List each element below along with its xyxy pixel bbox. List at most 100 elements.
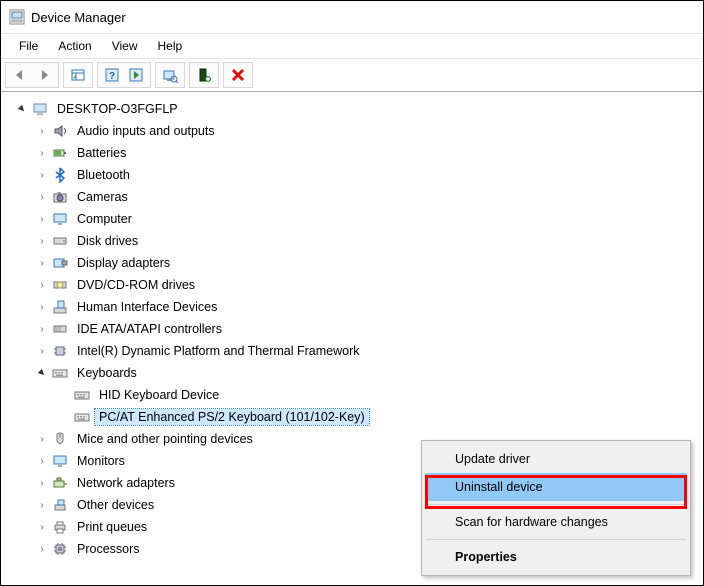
tree-item-label: Network adapters [73,475,179,491]
expander-icon[interactable]: › [35,476,49,490]
tree-item-label: Keyboards [73,365,141,381]
chipset-icon [51,343,69,359]
scan-hardware-button[interactable] [158,64,182,86]
tree-item-batteries[interactable]: › Batteries [7,142,703,164]
keyboard-icon [51,365,69,381]
tree-root[interactable]: DESKTOP-O3FGFLP [7,98,703,120]
help-button[interactable]: ? [100,64,124,86]
tree-item-label: Processors [73,541,144,557]
expander-icon[interactable]: › [35,432,49,446]
separator [426,539,686,540]
keyboard-icon [73,387,91,403]
menu-update-driver[interactable]: Update driver [425,445,687,473]
tree-item-bluetooth[interactable]: › Bluetooth [7,164,703,186]
menu-bar: File Action View Help [1,34,703,59]
menu-file[interactable]: File [9,34,48,58]
cpu-icon [51,541,69,557]
tree-item-ide[interactable]: › IDE ATA/ATAPI controllers [7,318,703,340]
context-menu: Update driver Uninstall device Scan for … [421,440,691,576]
tree-item-label: PC/AT Enhanced PS/2 Keyboard (101/102-Ke… [95,409,369,425]
forward-button[interactable] [32,64,56,86]
expander-icon[interactable]: › [35,212,49,226]
printer-icon [51,519,69,535]
expander-icon[interactable]: › [35,168,49,182]
monitor-icon [51,211,69,227]
app-icon [9,9,25,25]
tree-item-dvd[interactable]: › DVD/CD-ROM drives [7,274,703,296]
expander-icon[interactable]: › [35,498,49,512]
expander-icon[interactable]: › [35,454,49,468]
menu-view[interactable]: View [102,34,148,58]
tree-item-cameras[interactable]: › Cameras [7,186,703,208]
action-button[interactable] [124,64,148,86]
expander-icon[interactable]: › [35,520,49,534]
expander-icon[interactable]: › [35,542,49,556]
back-button[interactable] [8,64,32,86]
expander-spacer [57,388,71,402]
display-adapter-icon [51,255,69,271]
speaker-icon [51,123,69,139]
menu-properties[interactable]: Properties [425,543,687,571]
hid-icon [51,299,69,315]
tree-item-label: HID Keyboard Device [95,387,223,403]
expander-icon[interactable]: › [35,190,49,204]
tree-item-disk[interactable]: › Disk drives [7,230,703,252]
tree-item-label: Display adapters [73,255,174,271]
tree-item-label: DVD/CD-ROM drives [73,277,199,293]
ide-icon [51,321,69,337]
tree-item-label: Other devices [73,497,158,513]
computer-icon [31,101,49,117]
tree-item-keyboards[interactable]: Keyboards [7,362,703,384]
tree-item-ps2-keyboard[interactable]: PC/AT Enhanced PS/2 Keyboard (101/102-Ke… [7,406,703,428]
tree-item-computer[interactable]: › Computer [7,208,703,230]
tree-item-hid-keyboard[interactable]: HID Keyboard Device [7,384,703,406]
toolbar: ? [1,59,703,92]
camera-icon [51,189,69,205]
tree-pane: DESKTOP-O3FGFLP › Audio inputs and outpu… [1,91,703,585]
expander-icon[interactable]: › [35,322,49,336]
tree-item-label: Audio inputs and outputs [73,123,219,139]
expander-icon[interactable] [35,366,49,380]
tree-item-intel-dptf[interactable]: › Intel(R) Dynamic Platform and Thermal … [7,340,703,362]
optical-drive-icon [51,277,69,293]
show-hide-tree-button[interactable] [66,64,90,86]
tree-item-label: Intel(R) Dynamic Platform and Thermal Fr… [73,343,363,359]
battery-icon [51,145,69,161]
tree-item-label: Computer [73,211,136,227]
network-icon [51,475,69,491]
add-legacy-button[interactable] [192,64,216,86]
other-devices-icon [51,497,69,513]
expander-spacer [57,410,71,424]
expander-icon[interactable]: › [35,146,49,160]
svg-text:?: ? [109,71,115,82]
expander-icon[interactable]: › [35,124,49,138]
tree-root-label: DESKTOP-O3FGFLP [53,101,182,117]
disk-icon [51,233,69,249]
tree-item-label: Human Interface Devices [73,299,221,315]
tree-item-display[interactable]: › Display adapters [7,252,703,274]
tree-item-hid[interactable]: › Human Interface Devices [7,296,703,318]
tree-item-audio[interactable]: › Audio inputs and outputs [7,120,703,142]
bluetooth-icon [51,167,69,183]
expander-icon[interactable]: › [35,256,49,270]
expander-icon[interactable]: › [35,344,49,358]
window-title: Device Manager [31,10,126,25]
mouse-icon [51,431,69,447]
tree-item-label: Print queues [73,519,151,535]
expander-icon[interactable]: › [35,300,49,314]
expander-icon[interactable]: › [35,234,49,248]
expander-icon[interactable]: › [35,278,49,292]
tree-item-label: Mice and other pointing devices [73,431,257,447]
keyboard-icon [73,409,91,425]
tree-item-label: Cameras [73,189,132,205]
tree-item-label: Batteries [73,145,130,161]
menu-uninstall-device[interactable]: Uninstall device [425,473,687,501]
title-bar: Device Manager [1,1,703,34]
menu-scan-hardware[interactable]: Scan for hardware changes [425,508,687,536]
uninstall-button[interactable] [226,64,250,86]
expander-icon[interactable] [15,102,29,116]
menu-help[interactable]: Help [148,34,193,58]
tree-item-label: Bluetooth [73,167,134,183]
menu-action[interactable]: Action [48,34,101,58]
tree-item-label: IDE ATA/ATAPI controllers [73,321,226,337]
